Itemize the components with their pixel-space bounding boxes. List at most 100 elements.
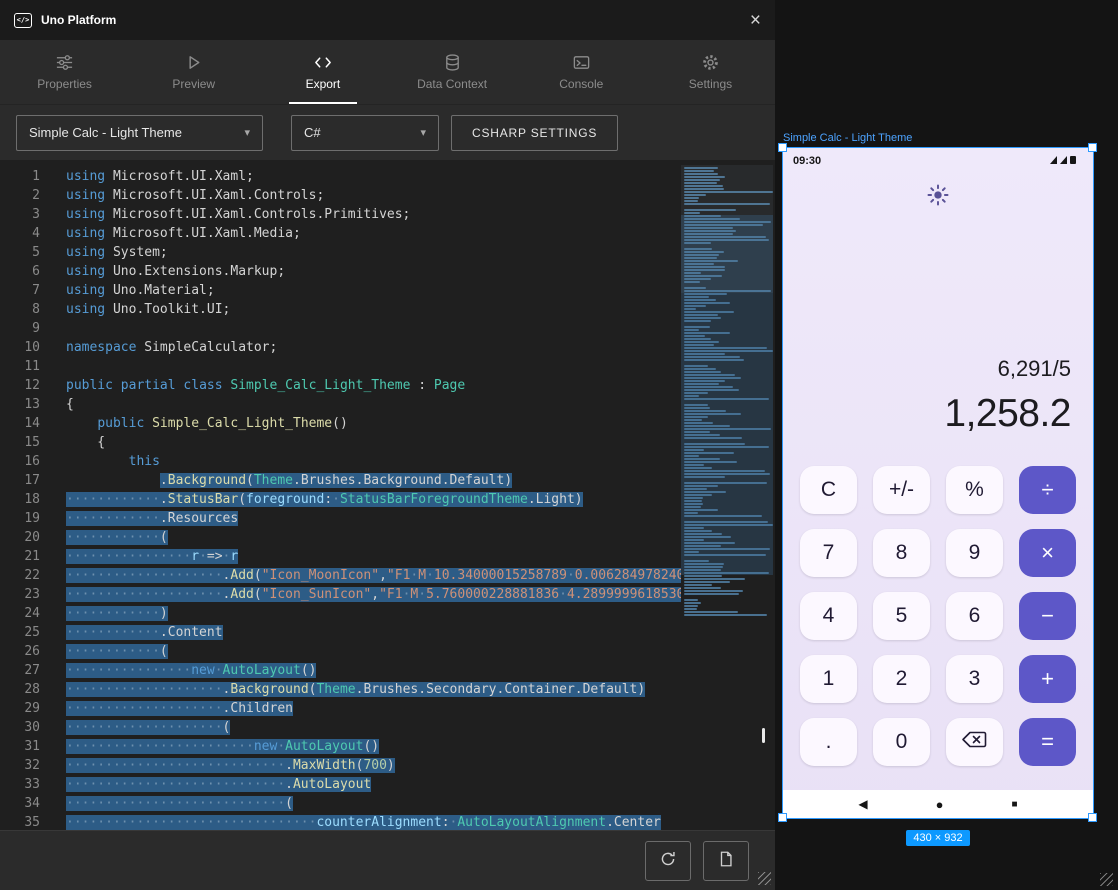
key-6[interactable]: 6 <box>946 592 1003 640</box>
figma-canvas[interactable]: Simple Calc - Light Theme 09:30 <box>775 0 1118 890</box>
line-number: 27 <box>0 661 40 680</box>
tab-console[interactable]: Console <box>517 40 646 104</box>
nav-back-icon: ◀ <box>858 797 867 811</box>
frame-label[interactable]: Simple Calc - Light Theme <box>783 132 912 144</box>
code-line: 24············) <box>0 604 775 623</box>
line-number: 33 <box>0 775 40 794</box>
tab-label: Export <box>306 77 341 91</box>
language-dropdown[interactable]: C# ▾ <box>291 115 439 151</box>
line-number: 21 <box>0 547 40 566</box>
code-line: 23····················.Add("Icon_SunIcon… <box>0 585 775 604</box>
line-number: 17 <box>0 471 40 490</box>
key-minus[interactable]: − <box>1019 592 1076 640</box>
key-1[interactable]: 1 <box>800 655 857 703</box>
key-row: 456− <box>800 592 1076 640</box>
key-plus[interactable]: + <box>1019 655 1076 703</box>
status-bar: 09:30 <box>783 148 1093 170</box>
gear-icon <box>701 53 720 72</box>
key-2[interactable]: 2 <box>873 655 930 703</box>
selection-handle-bottom-left[interactable] <box>778 813 787 822</box>
close-icon[interactable]: × <box>750 11 761 30</box>
plugin-window: </> Uno Platform × PropertiesPreview Expo… <box>0 0 775 890</box>
code-line: 16 this <box>0 452 775 471</box>
key-equals[interactable]: = <box>1019 718 1076 766</box>
code-line: 11 <box>0 357 775 376</box>
editor-bottom-bar <box>0 830 775 890</box>
display-expression: 6,291/5 <box>944 356 1071 382</box>
minimap-line <box>684 593 739 595</box>
selection-handle-top-left[interactable] <box>778 143 787 152</box>
tab-export[interactable]: Export <box>258 40 387 104</box>
console-icon <box>572 53 591 72</box>
line-number: 7 <box>0 281 40 300</box>
code-line: 29····················.Children <box>0 699 775 718</box>
selection-handle-top-right[interactable] <box>1088 143 1097 152</box>
code-line: 19············.Resources <box>0 509 775 528</box>
key-row: 123 + <box>800 655 1076 703</box>
key-multiply[interactable]: × <box>1019 529 1076 577</box>
theme-dropdown[interactable]: Simple Calc - Light Theme ▾ <box>16 115 263 151</box>
tab-properties[interactable]: Properties <box>0 40 129 104</box>
plugin-titlebar: </> Uno Platform × <box>0 0 775 40</box>
line-number: 1 <box>0 167 40 186</box>
key-8[interactable]: 8 <box>873 529 930 577</box>
line-number: 23 <box>0 585 40 604</box>
key-5[interactable]: 5 <box>873 592 930 640</box>
key-divide[interactable]: ÷ <box>1019 466 1076 514</box>
code-line: 20············( <box>0 528 775 547</box>
code-line: 14 public Simple_Calc_Light_Theme() <box>0 414 775 433</box>
minimap-line <box>684 608 697 610</box>
canvas-resize-grip[interactable] <box>1100 873 1113 886</box>
refresh-button[interactable] <box>645 841 691 881</box>
line-number: 12 <box>0 376 40 395</box>
key-clear[interactable]: C <box>800 466 857 514</box>
line-number: 25 <box>0 623 40 642</box>
wifi-icon <box>1050 156 1057 164</box>
key-0[interactable]: 0 <box>873 718 930 766</box>
selection-handle-bottom-right[interactable] <box>1088 813 1097 822</box>
line-number: 32 <box>0 756 40 775</box>
minimap-viewport[interactable] <box>681 165 773 293</box>
tab-data-context[interactable]: Data Context <box>388 40 517 104</box>
key-backspace[interactable] <box>946 718 1003 766</box>
nav-recents-icon: ■ <box>1012 799 1018 810</box>
key-plus-minus[interactable]: +/- <box>873 466 930 514</box>
plugin-resize-grip[interactable] <box>758 872 771 885</box>
editor-minimap[interactable] <box>681 165 773 813</box>
key-3[interactable]: 3 <box>946 655 1003 703</box>
android-nav-bar: ◀ ● ■ <box>783 790 1093 818</box>
key-4[interactable]: 4 <box>800 592 857 640</box>
theme-toggle-button[interactable] <box>925 182 951 213</box>
phone-frame[interactable]: 09:30 <box>783 148 1093 818</box>
line-number: 8 <box>0 300 40 319</box>
plugin-title: Uno Platform <box>41 13 116 27</box>
line-number: 26 <box>0 642 40 661</box>
key-decimal[interactable]: . <box>800 718 857 766</box>
code-line: 1using Microsoft.UI.Xaml; <box>0 167 775 186</box>
key-9[interactable]: 9 <box>946 529 1003 577</box>
line-number: 24 <box>0 604 40 623</box>
tab-settings[interactable]: Settings <box>646 40 775 104</box>
frame-size-badge: 430 × 932 <box>906 830 969 846</box>
panel-resize-handle[interactable] <box>762 728 765 743</box>
minimap-line <box>684 587 721 589</box>
key-percent[interactable]: % <box>946 466 1003 514</box>
code-line: 3using Microsoft.UI.Xaml.Controls.Primit… <box>0 205 775 224</box>
code-editor[interactable]: 1using Microsoft.UI.Xaml;2using Microsof… <box>0 160 775 830</box>
code-line: 2using Microsoft.UI.Xaml.Controls; <box>0 186 775 205</box>
key-row: C +/-% ÷ <box>800 466 1076 514</box>
tab-preview[interactable]: Preview <box>129 40 258 104</box>
line-number: 3 <box>0 205 40 224</box>
line-number: 19 <box>0 509 40 528</box>
line-number: 15 <box>0 433 40 452</box>
code-line: 27················new·AutoLayout() <box>0 661 775 680</box>
export-file-button[interactable] <box>703 841 749 881</box>
key-7[interactable]: 7 <box>800 529 857 577</box>
battery-icon <box>1070 156 1076 164</box>
minimap-line <box>684 575 722 577</box>
database-icon <box>443 53 462 72</box>
code-line: 21················r·=>·r <box>0 547 775 566</box>
calculator-display: 6,291/5 1,258.2 <box>944 356 1071 436</box>
csharp-settings-button[interactable]: CSHARP SETTINGS <box>451 115 618 151</box>
code-line: 8using Uno.Toolkit.UI; <box>0 300 775 319</box>
